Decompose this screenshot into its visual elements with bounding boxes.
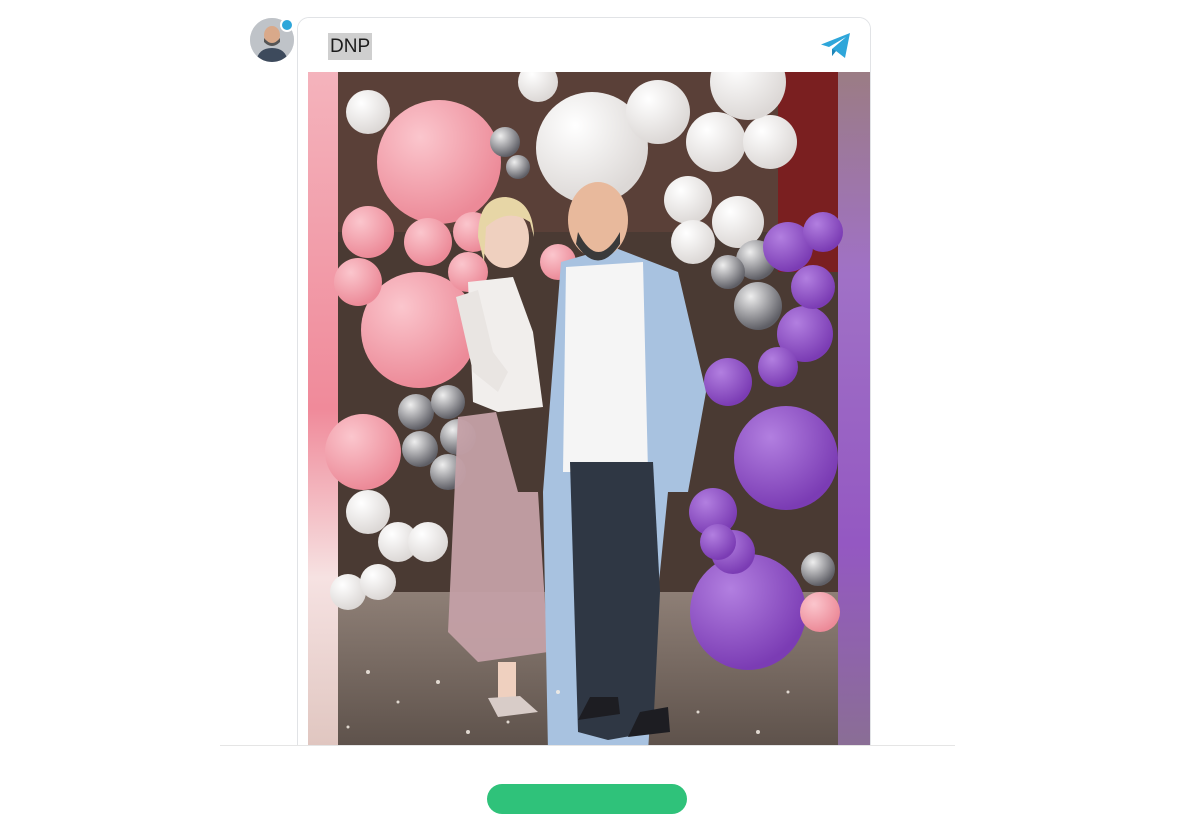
online-badge	[280, 18, 294, 32]
action-button[interactable]	[487, 784, 687, 814]
post-photo[interactable]	[308, 72, 870, 746]
post-header: DNP	[298, 18, 870, 72]
divider	[220, 745, 955, 746]
channel-name[interactable]: DNP	[328, 33, 373, 60]
telegram-plane-icon[interactable]	[820, 32, 852, 60]
telegram-post-card: DNP	[297, 17, 871, 746]
